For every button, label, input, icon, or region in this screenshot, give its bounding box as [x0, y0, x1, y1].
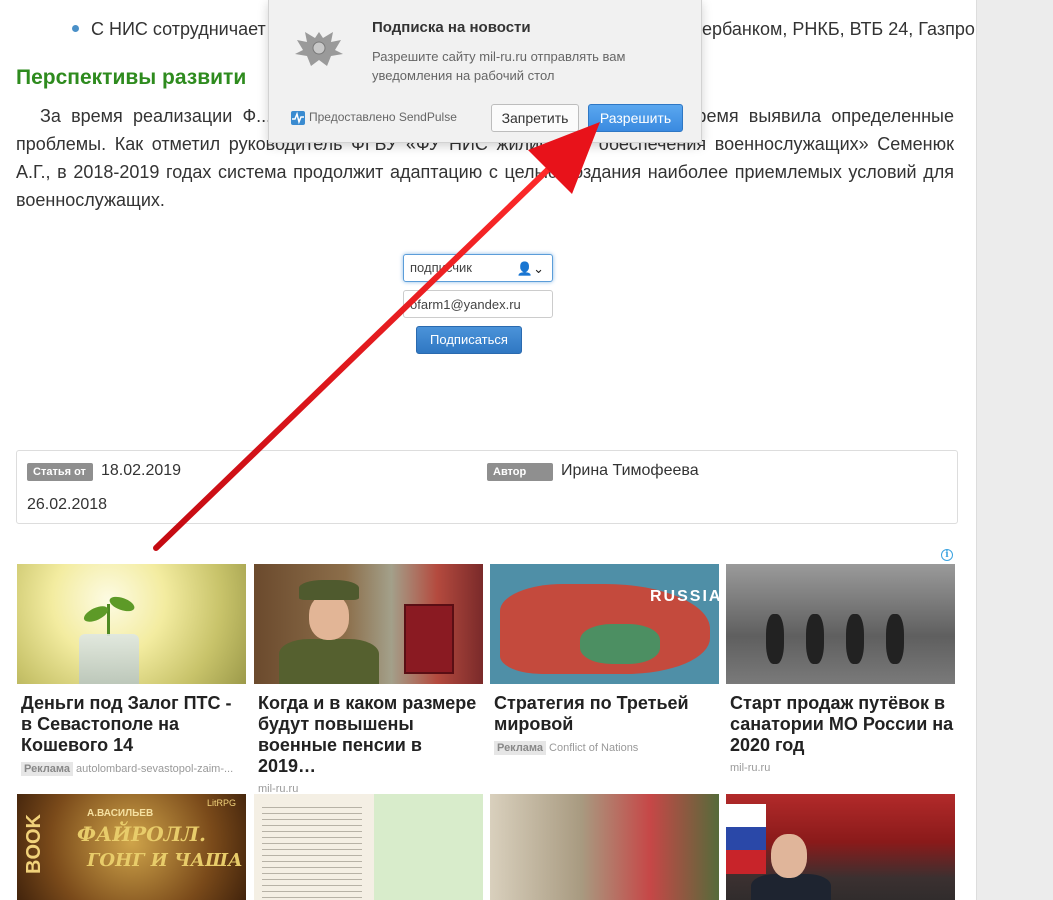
officer-face	[309, 594, 349, 640]
subscribe-button[interactable]: Подписаться	[416, 326, 522, 354]
subscriber-type-select[interactable]: подписчик 👤⌄	[403, 254, 553, 282]
author-badge: Автор	[487, 463, 553, 481]
map-land	[580, 624, 660, 664]
ad-source: Реклама Conflict of Nations	[490, 741, 719, 755]
notification-popup: Подписка на новости Разрешите сайту mil-…	[268, 0, 702, 143]
bullet-tail: ербанком, РНКБ, ВТБ 24, Газпромбанком и …	[702, 19, 976, 39]
document-column	[262, 802, 362, 900]
runner	[806, 614, 824, 664]
flag-icon	[726, 804, 766, 874]
ad-domain: autolombard-sevastopol-zaim-...	[76, 763, 234, 775]
page-content: С НИС сотрудничает ербанком, РНКБ, ВТБ 2…	[0, 0, 976, 900]
provider-text: Предоставлено SendPulse	[309, 110, 457, 124]
book-title-1: ФАЙРОЛЛ.	[77, 822, 206, 846]
book-title-2: ГОНГ И ЧАША	[87, 850, 243, 871]
right-rail	[976, 0, 1053, 900]
ad-image-plant[interactable]	[17, 564, 246, 684]
book-spine-text: BOOK	[23, 814, 45, 874]
ad-image-official[interactable]	[726, 794, 955, 900]
subscribe-form: подписчик 👤⌄ ofarm1@yandex.ru Подписатьс…	[403, 254, 553, 354]
allow-button[interactable]: Разрешить	[588, 104, 683, 132]
map-label: RUSSIA	[650, 588, 719, 605]
runner	[846, 614, 864, 664]
article-date-badge: Статья от	[27, 463, 93, 481]
subscriber-type-value: подписчик	[410, 260, 472, 275]
bullet-dot	[72, 24, 79, 32]
provider-credit[interactable]: Предоставлено SendPulse	[291, 110, 457, 125]
deny-button[interactable]: Запретить	[491, 104, 579, 132]
ad-card[interactable]: RUSSIA Стратегия по Третьей мировой Рекл…	[490, 564, 719, 755]
ad-info-icon[interactable]: i	[941, 549, 953, 561]
author-row: Автор Ирина Тимофеева	[487, 462, 699, 481]
section-heading: Перспективы развити	[16, 66, 247, 89]
ad-image-map[interactable]: RUSSIA	[490, 564, 719, 684]
ad-card[interactable]	[254, 794, 483, 900]
ad-card[interactable]: BOOK А.ВАСИЛЬЕВ LitRPG ФАЙРОЛЛ. ГОНГ И Ч…	[17, 794, 246, 900]
ad-label: Реклама	[21, 762, 74, 776]
ad-title[interactable]: Стратегия по Третьей мировой	[490, 693, 719, 735]
book-author: А.ВАСИЛЬЕВ	[87, 808, 154, 819]
eagle-emblem-icon	[295, 32, 343, 66]
document-sidebar	[374, 794, 483, 900]
ad-card[interactable]: Когда и в каком размере будут повышены в…	[254, 564, 483, 795]
article-meta: Статья от 18.02.2019 Автор Ирина Тимофеева…	[16, 450, 958, 524]
runner	[766, 614, 784, 664]
ad-card[interactable]: Старт продаж путёвок в санатории МО Росс…	[726, 564, 955, 774]
runner	[886, 614, 904, 664]
notification-title: Подписка на новости	[372, 19, 531, 36]
ad-image-runners[interactable]	[726, 564, 955, 684]
author-name[interactable]: Ирина Тимофеева	[561, 462, 699, 479]
ad-label: Реклама	[494, 741, 547, 755]
ad-image-document[interactable]	[254, 794, 483, 900]
coin-jar	[79, 634, 139, 684]
ad-domain: mil-ru.ru	[730, 762, 771, 774]
ad-card[interactable]	[726, 794, 955, 900]
ad-image-book[interactable]: BOOK А.ВАСИЛЬЕВ LitRPG ФАЙРОЛЛ. ГОНГ И Ч…	[17, 794, 246, 900]
ad-card[interactable]: Деньги под Залог ПТС - в Севастополе на …	[17, 564, 246, 776]
ad-title[interactable]: Когда и в каком размере будут повышены в…	[254, 693, 483, 777]
ad-title[interactable]: Деньги под Залог ПТС - в Севастополе на …	[17, 693, 246, 756]
officer-cap	[299, 580, 359, 600]
ad-card[interactable]	[490, 794, 719, 900]
email-field[interactable]: ofarm1@yandex.ru	[403, 290, 553, 318]
article-date-row: Статья от 18.02.2019	[27, 462, 181, 481]
plant-leaf	[107, 593, 137, 615]
article-date: 18.02.2019	[101, 462, 182, 479]
officer-body	[279, 639, 379, 684]
book-series: LitRPG	[207, 798, 237, 808]
ad-source: mil-ru.ru	[726, 762, 955, 774]
official-face	[771, 834, 807, 878]
pension-book	[404, 604, 454, 674]
ad-title[interactable]: Старт продаж путёвок в санатории МО Росс…	[726, 693, 955, 756]
ad-image-officer[interactable]	[254, 564, 483, 684]
second-date: 26.02.2018	[27, 496, 108, 513]
notification-message: Разрешите сайту mil-ru.ru отправлять вам…	[372, 49, 626, 83]
ad-source: Реклама autolombard-sevastopol-zaim-...	[17, 762, 246, 776]
ad-image-kids[interactable]	[490, 794, 719, 900]
bullet-text: С НИС сотрудничает	[91, 19, 266, 39]
user-chevron-down-icon: 👤⌄	[516, 261, 544, 276]
sendpulse-icon	[291, 110, 305, 125]
ad-domain: Conflict of Nations	[549, 742, 639, 754]
